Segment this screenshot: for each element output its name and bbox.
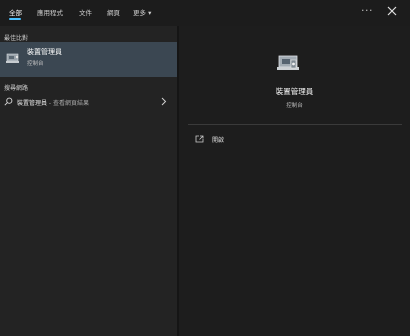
web-search-text: 裝置管理員 - 查看網頁結果: [17, 98, 89, 107]
device-manager-icon: [277, 55, 299, 70]
tab-web[interactable]: 網頁: [107, 7, 120, 17]
best-match-subtitle: 控制台: [27, 61, 44, 67]
web-search-heading: 搜尋網路: [4, 85, 29, 92]
open-icon: [195, 135, 204, 143]
web-search-query: 裝置管理員: [17, 100, 48, 107]
close-icon[interactable]: [384, 3, 400, 19]
details-divider: [188, 124, 402, 125]
best-match-heading: 最佳比對: [4, 35, 29, 42]
web-search-suffix: - 查看網頁結果: [47, 100, 89, 107]
tab-more[interactable]: 更多 ▾: [133, 7, 151, 17]
search-window: 全部 應用程式 文件 網頁 更多 ▾ ··· 最佳比對 裝置管理員 控制台 搜尋…: [0, 0, 410, 336]
chevron-right-icon[interactable]: [160, 97, 167, 106]
open-label: 開啟: [212, 137, 225, 144]
search-tab-bar: 全部 應用程式 文件 網頁 更多 ▾ ···: [0, 0, 410, 26]
device-manager-icon: [6, 53, 19, 63]
tab-all[interactable]: 全部: [9, 7, 22, 17]
details-title: 裝置管理員: [275, 87, 314, 96]
active-tab-indicator: [9, 18, 21, 20]
best-match-title: 裝置管理員: [27, 48, 62, 56]
details-subtitle: 控制台: [286, 103, 303, 109]
tab-documents[interactable]: 文件: [79, 7, 92, 17]
tab-apps[interactable]: 應用程式: [37, 7, 63, 17]
search-icon: [4, 97, 13, 106]
more-options-button[interactable]: ···: [361, 4, 373, 17]
